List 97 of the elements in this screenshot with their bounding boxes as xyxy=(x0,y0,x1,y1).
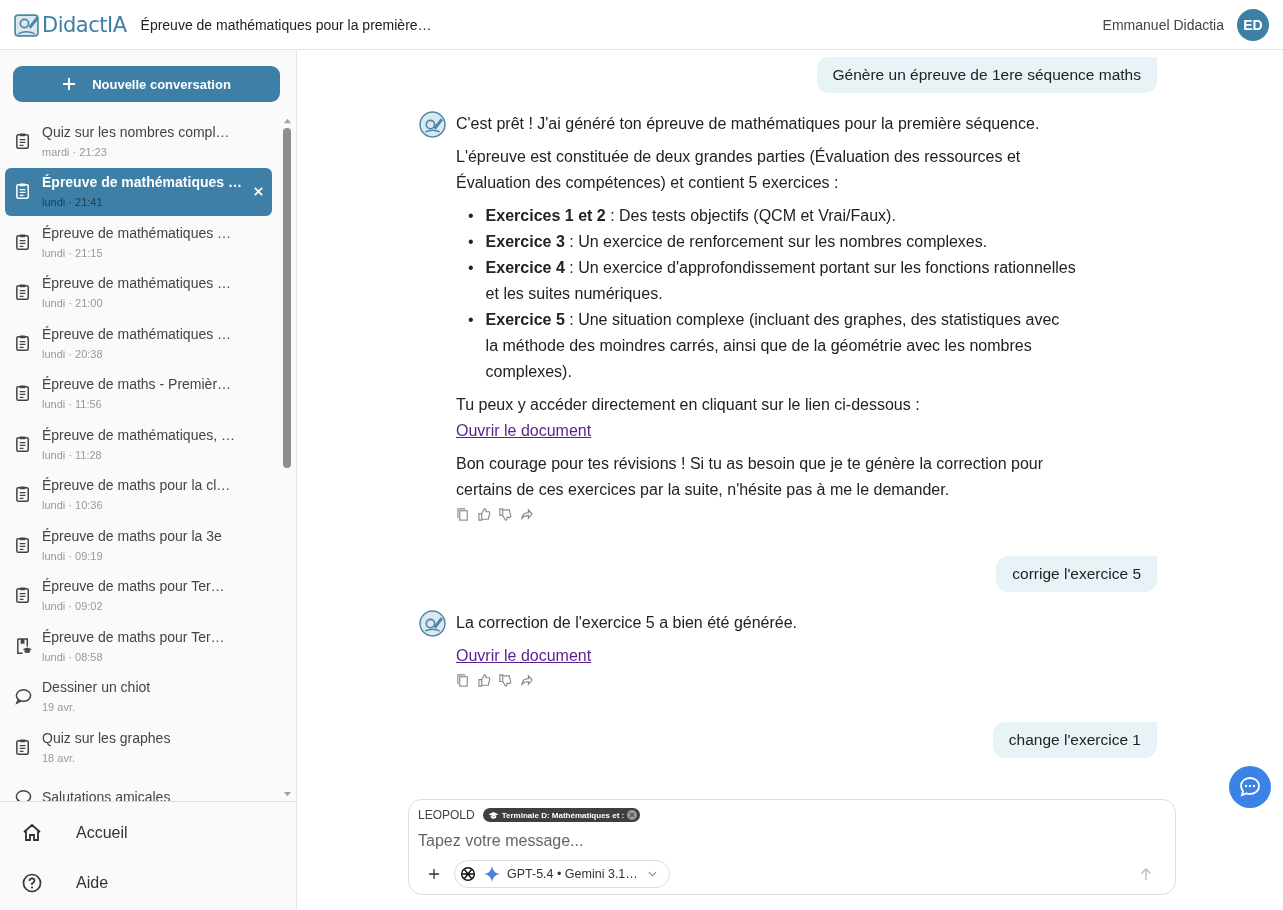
send-arrow-icon[interactable] xyxy=(1140,867,1152,881)
conversation-title: Épreuve de maths pour la cl… xyxy=(42,476,232,495)
message-paragraph: C'est prêt ! J'ai généré ton épreuve de mathématiques pour la première séquence. xyxy=(456,114,1041,134)
document-link[interactable]: Ouvrir le document xyxy=(456,647,592,664)
scroll-down-arrow-icon[interactable] xyxy=(282,791,292,798)
conversation-date: lundi · 09:02 xyxy=(42,599,104,614)
document-link[interactable]: Ouvrir le document xyxy=(456,422,592,439)
message-paragraph: Bon courage pour tes révisions ! Si tu as besoin que je te génère la correction pour certains de ces exercices par la suite, n'hésite pas à me le demander. xyxy=(456,454,1044,500)
conversation-item[interactable]: Épreuve de mathématiques, … lundi · 11:28 xyxy=(5,420,272,468)
conversation-title: Dessiner un chiot xyxy=(42,678,152,697)
conversation-title: Quiz sur les nombres compl… xyxy=(42,122,231,142)
share-icon[interactable] xyxy=(519,507,534,522)
agent-name: LEOPOLD xyxy=(418,808,475,822)
conversation-item[interactable]: Quiz sur les nombres compl… mardi · 21:23 xyxy=(5,117,272,165)
conversation-date: lundi · 08:58 xyxy=(42,649,104,665)
message-paragraph: L'épreuve est constituée de deux grandes parties (Évaluation des ressources et Évaluation des compétences) et contient 5 exercices : xyxy=(456,146,1022,193)
conversation-title: Épreuve de maths pour Ter… xyxy=(42,627,226,647)
bullet: • xyxy=(468,232,474,252)
conversation-item[interactable]: Épreuve de maths - Premièr… lundi · 11:56 xyxy=(5,369,272,418)
plus-icon xyxy=(62,77,77,91)
help-icon xyxy=(22,873,42,893)
conversation-title: Épreuve de mathématiques, … xyxy=(42,425,236,445)
conversation-title: Quiz sur les graphes xyxy=(42,728,172,748)
conversation-date: lundi · 11:28 xyxy=(42,447,103,463)
nav-link[interactable]: Aide xyxy=(0,858,296,908)
conversation-item[interactable]: Épreuve de maths pour Ter… lundi · 08:58 xyxy=(5,622,272,670)
conversation-item[interactable]: Épreuve de mathématiques … lundi · 21:41 xyxy=(5,167,272,216)
conversation-title: Épreuve de maths pour la 3e xyxy=(42,526,223,546)
conversation-item[interactable]: Épreuve de mathématiques … lundi · 21:00 xyxy=(5,268,272,317)
sparkle-icon xyxy=(483,865,501,883)
conversation-item[interactable]: Épreuve de maths pour la cl… lundi · 10:36 xyxy=(5,470,272,519)
knot-icon xyxy=(459,865,477,883)
conversation-date: lundi · 20:38 xyxy=(42,346,104,362)
add-icon[interactable] xyxy=(428,868,440,880)
bullet: • xyxy=(468,258,474,278)
conversation-item[interactable]: Dessiner un chiot 19 avr. xyxy=(5,672,272,721)
list-item: Exercices 1 et 2 : Des tests objectifs (QCM et Vrai/Faux). xyxy=(485,206,897,226)
conversation-date: mardi · 21:23 xyxy=(42,144,108,160)
conversation-title: Épreuve de mathématiques pour la première… xyxy=(140,16,432,33)
list-item: Exercice 3 : Un exercice de renforcement sur les nombres complexes. xyxy=(485,232,989,252)
speech-bubble-icon xyxy=(14,687,33,706)
user-message: corrige l'exercice 5 xyxy=(996,556,1157,592)
conversation-title: Épreuve de mathématiques … xyxy=(42,173,243,192)
close-icon[interactable] xyxy=(253,186,264,197)
bullet: • xyxy=(468,206,474,226)
conversation-date: 18 avr. xyxy=(42,750,77,766)
brand-name[interactable]: DidactIA xyxy=(42,12,127,37)
subject-label: Terminale D: Mathématiques et : xyxy=(501,810,625,820)
user-avatar[interactable]: ED xyxy=(1237,8,1269,41)
model-selector[interactable]: GPT-5.4 • Gemini 3.1… xyxy=(454,860,670,888)
subject-chip[interactable]: Terminale D: Mathématiques et : xyxy=(482,808,641,822)
home-icon xyxy=(22,823,42,843)
conversation-title: Épreuve de maths pour Ter… xyxy=(42,577,226,596)
new-conversation-button[interactable]: Nouvelle conversation xyxy=(13,66,280,102)
copy-icon[interactable] xyxy=(456,507,471,522)
conversation-date: lundi · 10:36 xyxy=(42,498,104,513)
nav-link[interactable]: Accueil xyxy=(0,808,296,858)
conversation-item[interactable]: Quiz sur les graphes 18 avr. xyxy=(5,723,272,771)
user-message: Génère un épreuve de 1ere séquence maths xyxy=(816,57,1157,93)
conversation-item[interactable]: Épreuve de mathématiques … lundi · 20:38 xyxy=(5,319,272,367)
book-cap-icon xyxy=(14,636,33,656)
scroll-up-arrow-icon[interactable] xyxy=(282,117,292,124)
chevron-down-icon xyxy=(647,871,657,877)
assistant-logo-icon xyxy=(419,610,446,637)
list-item: Exercice 5 : Une situation complexe (incluant des graphes, des statistiques avec la méthode des moindres carrés, ainsi que de la géométrie avec les nombres complexes). xyxy=(485,310,1061,382)
thumbs-up-icon[interactable] xyxy=(477,673,492,688)
copy-icon[interactable] xyxy=(456,673,471,688)
assistant-logo-icon xyxy=(419,111,446,138)
message-paragraph: La correction de l'exercice 5 a bien été générée. xyxy=(456,613,799,633)
bullet: • xyxy=(468,310,474,330)
list-item: Exercice 4 : Un exercice d'approfondissement portant sur les fonctions rationnelles et les suites numériques. xyxy=(485,258,1076,304)
conversation-title: Épreuve de mathématiques … xyxy=(42,274,233,293)
message-field[interactable]: LEOPOLD Terminale D: Mathématiques et : Tapez votre message... GPT-5.4 • Gemini 3.1… xyxy=(408,799,1176,895)
user-message: change l'exercice 1 xyxy=(992,722,1157,758)
conversation-date: lundi · 11:56 xyxy=(42,397,103,412)
chat-bubble-button[interactable] xyxy=(1229,766,1271,808)
book-pen-logo-icon xyxy=(13,11,40,38)
conversation-date: lundi · 21:41 xyxy=(42,195,104,210)
thumbs-down-icon[interactable] xyxy=(498,673,513,688)
message-paragraph: Tu peux y accéder directement en cliquant sur le lien ci-dessous : xyxy=(456,395,921,415)
conversation-date: lundi · 09:19 xyxy=(42,548,104,564)
share-icon[interactable] xyxy=(519,673,534,688)
conversation-date: lundi · 21:00 xyxy=(42,296,104,311)
conversation-item[interactable]: Épreuve de mathématiques … lundi · 21:15 xyxy=(5,218,272,266)
chat-bubble-icon xyxy=(1238,775,1262,799)
user-name: Emmanuel Didactia xyxy=(1102,16,1224,33)
thumbs-up-icon[interactable] xyxy=(477,507,492,522)
conversation-title: Épreuve de mathématiques … xyxy=(42,324,233,344)
thumbs-down-icon[interactable] xyxy=(498,507,513,522)
conversation-title: Épreuve de maths - Premièr… xyxy=(42,375,233,394)
graduation-cap-icon xyxy=(487,810,499,820)
conversation-item[interactable]: Épreuve de maths pour la 3e lundi · 09:19 xyxy=(5,521,272,569)
conversation-date: lundi · 21:15 xyxy=(42,245,104,261)
conversation-item[interactable]: Épreuve de maths pour Ter… lundi · 09:02 xyxy=(5,571,272,620)
conversation-date: 19 avr. xyxy=(42,700,77,715)
conversation-title: Épreuve de mathématiques … xyxy=(42,223,233,243)
remove-icon[interactable] xyxy=(627,810,638,820)
